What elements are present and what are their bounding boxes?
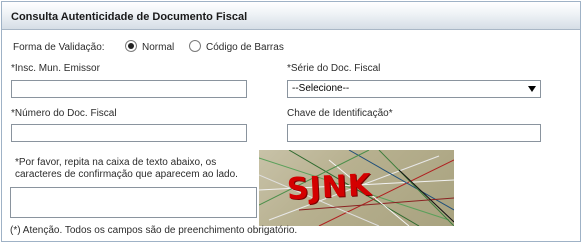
- numero-doc-label: *Número do Doc. Fiscal: [11, 108, 117, 119]
- required-notice: (*) Atenção. Todos os campos são de pree…: [10, 225, 298, 236]
- chave-input[interactable]: [287, 124, 541, 142]
- insc-mun-label: *Insc. Mun. Emissor: [11, 63, 100, 74]
- insc-mun-input[interactable]: [11, 80, 247, 98]
- validation-label: Forma de Validação:: [13, 42, 105, 53]
- form-panel: Consulta Autenticidade de Documento Fisc…: [1, 1, 581, 242]
- chevron-down-icon: [528, 86, 536, 92]
- captcha-text: SJNK: [286, 167, 373, 208]
- radio-normal[interactable]: [125, 40, 137, 52]
- numero-doc-input[interactable]: [11, 124, 247, 142]
- captcha-image: SJNK: [259, 150, 454, 226]
- serie-label: *Série do Doc. Fiscal: [287, 63, 381, 74]
- panel-header: Consulta Autenticidade de Documento Fisc…: [2, 2, 580, 30]
- radio-codigo-barras-label: Código de Barras: [206, 42, 284, 53]
- chave-label: Chave de Identificação*: [287, 108, 393, 119]
- panel-title: Consulta Autenticidade de Documento Fisc…: [11, 11, 248, 23]
- radio-codigo-barras[interactable]: [189, 40, 201, 52]
- radio-normal-label: Normal: [142, 42, 175, 53]
- serie-select[interactable]: --Selecione--: [287, 80, 541, 98]
- serie-select-value: --Selecione--: [292, 83, 350, 94]
- captcha-note: *Por favor, repita na caixa de texto aba…: [15, 157, 238, 180]
- captcha-input[interactable]: [10, 187, 257, 218]
